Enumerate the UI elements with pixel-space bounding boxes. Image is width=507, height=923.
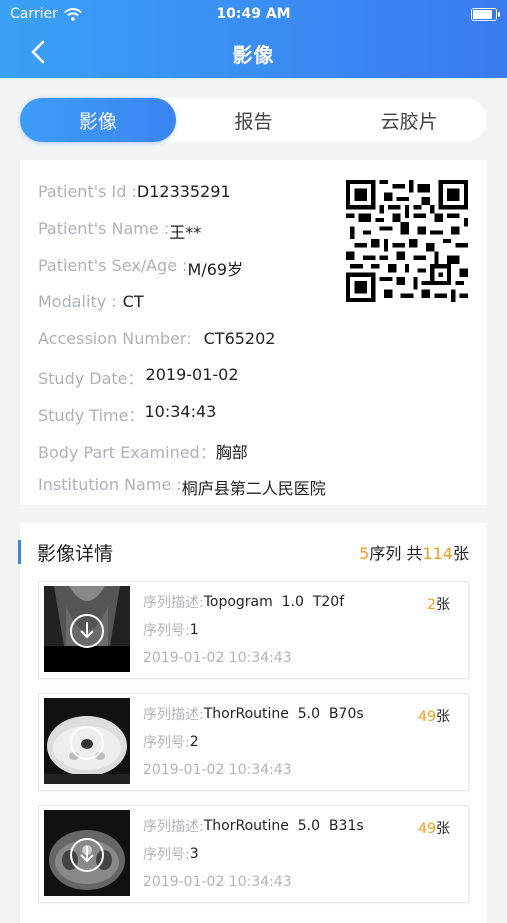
- series-count-value: 49: [418, 821, 436, 837]
- download-icon[interactable]: [69, 725, 105, 761]
- series-item[interactable]: 序列描述: ThorRoutine 5.0 B70s 序列号: 2 2019-0…: [38, 693, 469, 791]
- patient-id-row: Patient's Id : D12335291: [38, 182, 231, 201]
- patient-name-row: Patient's Name : 王**: [38, 219, 201, 243]
- series-item[interactable]: 序列描述: Topogram 1.0 T20f 序列号: 1 2019-01-0…: [38, 581, 469, 679]
- series-item[interactable]: 序列描述: ThorRoutine 5.0 B31s 序列号: 3 2019-0…: [38, 805, 469, 903]
- series-count-unit: 张: [436, 597, 450, 613]
- status-bar: Carrier 10:49 AM: [0, 0, 507, 28]
- patient-id-label: Patient's Id :: [38, 182, 137, 201]
- back-button[interactable]: [24, 38, 52, 66]
- tab-report[interactable]: 报告: [176, 98, 332, 142]
- patient-name-value: 王**: [169, 223, 202, 242]
- chevron-left-icon: [31, 40, 45, 64]
- series-desc: ThorRoutine 5.0 B31s: [203, 818, 364, 834]
- series-count-value: 2: [427, 597, 436, 613]
- image-details-title: 影像详情: [20, 539, 113, 566]
- modality-value: CT: [122, 292, 144, 311]
- series-desc: ThorRoutine 5.0 B70s: [203, 706, 364, 722]
- patient-sexage-row: Patient's Sex/Age : M/69岁: [38, 256, 243, 280]
- body-part-value: 胸部: [215, 443, 248, 462]
- patient-sexage-value: M/69岁: [187, 260, 244, 279]
- series-info: 序列描述: ThorRoutine 5.0 B70s 序列号: 2 2019-0…: [143, 700, 364, 784]
- series-info: 序列描述: ThorRoutine 5.0 B31s 序列号: 3 2019-0…: [143, 812, 364, 896]
- series-count-unit: 张: [436, 709, 450, 725]
- series-image-count: 2张: [427, 594, 450, 614]
- patient-name-label: Patient's Name :: [38, 219, 170, 238]
- study-time-row: Study Time： 10:34:43: [38, 402, 216, 426]
- institution-row: Institution Name : 桐庐县第二人民医院: [38, 475, 326, 499]
- page-title: 影像: [232, 42, 275, 67]
- battery-icon: [471, 7, 500, 21]
- series-no: 3: [189, 846, 199, 862]
- study-date-label: Study Date：: [38, 369, 144, 388]
- status-time: 10:49 AM: [216, 6, 291, 22]
- series-thumbnail: [44, 698, 130, 784]
- study-date-row: Study Date： 2019-01-02: [38, 365, 239, 389]
- body-part-label: Body Part Examined：: [38, 443, 216, 462]
- series-thumbnail: [44, 586, 130, 672]
- series-count-value: 49: [418, 709, 436, 725]
- image-details-card: 影像详情 5序列 共114张 序列描述: Topogram 1.0 T20f 序…: [20, 523, 487, 923]
- series-no-label: 序列号:: [143, 623, 190, 639]
- institution-value: 桐庐县第二人民医院: [181, 479, 326, 498]
- study-time-value: 10:34:43: [144, 402, 217, 421]
- image-unit: 张: [452, 544, 469, 563]
- series-desc-label: 序列描述:: [143, 707, 204, 723]
- series-date: 2019-01-02 10:34:43: [143, 874, 292, 890]
- patient-id-value: D12335291: [136, 182, 231, 201]
- qr-code[interactable]: [346, 180, 468, 302]
- nav-bar: 影像: [0, 28, 507, 78]
- download-icon[interactable]: [69, 613, 105, 649]
- series-date: 2019-01-02 10:34:43: [143, 762, 292, 778]
- modality-label: Modality :: [38, 292, 117, 311]
- series-count-unit: 张: [436, 821, 450, 837]
- patient-sexage-label: Patient's Sex/Age :: [38, 256, 188, 275]
- body-part-row: Body Part Examined： 胸部: [38, 439, 248, 463]
- accession-row: Accession Number: CT65202: [38, 329, 275, 348]
- series-unit: 序列 共: [369, 544, 423, 563]
- series-no: 2: [189, 734, 199, 750]
- tab-bar: 影像 报告 云胶片: [20, 98, 487, 142]
- series-desc-label: 序列描述:: [143, 819, 204, 835]
- download-icon[interactable]: [69, 837, 105, 873]
- series-desc-label: 序列描述:: [143, 595, 204, 611]
- image-count: 114: [422, 544, 453, 563]
- series-no-label: 序列号:: [143, 735, 190, 751]
- study-date-value: 2019-01-02: [145, 365, 239, 384]
- study-time-label: Study Time：: [38, 406, 145, 425]
- header: Carrier 10:49 AM 影像: [0, 0, 507, 78]
- series-date: 2019-01-02 10:34:43: [143, 650, 292, 666]
- patient-info-card: Patient's Id : D12335291 Patient's Name :…: [20, 160, 487, 505]
- series-desc: Topogram 1.0 T20f: [203, 594, 345, 610]
- tab-cloud-film[interactable]: 云胶片: [331, 98, 487, 142]
- series-no: 1: [189, 622, 199, 638]
- image-details-header: 影像详情 5序列 共114张: [20, 523, 487, 581]
- accession-value: CT65202: [203, 329, 276, 348]
- series-image-count: 49张: [418, 706, 450, 726]
- series-info: 序列描述: Topogram 1.0 T20f 序列号: 1 2019-01-0…: [143, 588, 344, 672]
- series-count: 5: [359, 544, 370, 563]
- series-no-label: 序列号:: [143, 847, 190, 863]
- series-thumbnail: [44, 810, 130, 896]
- tab-images[interactable]: 影像: [20, 98, 176, 142]
- accession-label: Accession Number:: [38, 329, 192, 348]
- series-image-count: 49张: [418, 818, 450, 838]
- institution-label: Institution Name :: [38, 475, 182, 494]
- image-details-summary: 5序列 共114张: [359, 540, 469, 564]
- modality-row: Modality : CT: [38, 292, 144, 311]
